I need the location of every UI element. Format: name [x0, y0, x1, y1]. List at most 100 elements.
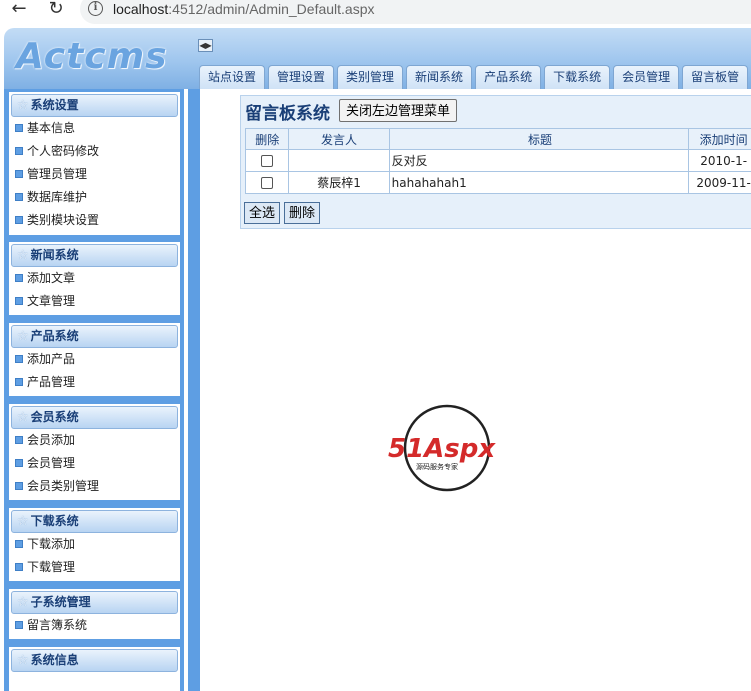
column-header-delete: 删除	[244, 128, 290, 150]
admin-app: Actcms ◀▶ 站点设置 管理设置 类别管理 新闻系统 产品系统 下载系统 …	[4, 28, 751, 691]
main-rail	[197, 89, 200, 691]
sidebar-item-add-product[interactable]: 添加产品	[9, 348, 180, 371]
tab-news-system[interactable]: 新闻系统	[406, 65, 473, 89]
logo: Actcms	[16, 36, 168, 77]
time-cell: 2009-11-	[688, 171, 751, 194]
sidebar-item-admin-management[interactable]: 管理员管理	[9, 163, 180, 186]
sidebar-item-product-management[interactable]: 产品管理	[9, 371, 180, 394]
sidebar-divider	[184, 89, 188, 691]
square-bullet-icon	[15, 378, 23, 386]
page-title: 留言板系统	[245, 104, 330, 124]
row-select-cell	[244, 149, 290, 172]
reload-icon[interactable]: ↻	[45, 0, 67, 20]
header: Actcms ◀▶ 站点设置 管理设置 类别管理 新闻系统 产品系统 下载系统 …	[4, 28, 751, 89]
url-text[interactable]: localhost:4512/admin/Admin_Default.aspx	[113, 1, 375, 17]
square-bullet-icon	[15, 482, 23, 490]
tab-site-settings[interactable]: 站点设置	[199, 65, 266, 89]
tab-category-management[interactable]: 类别管理	[337, 65, 404, 89]
star-icon: ☆	[17, 98, 29, 113]
row-select-cell	[244, 171, 290, 194]
sidebar-item-add-member[interactable]: 会员添加	[9, 429, 180, 452]
sidebar-section-header[interactable]: ☆ 产品系统	[11, 325, 178, 348]
square-bullet-icon	[15, 621, 23, 629]
sidebar-section-products: ☆ 产品系统 添加产品 产品管理	[9, 323, 180, 396]
message-table: 删除 发言人 标题 添加时间 反对反 2010-1- 蔡辰梓1 hahahaha…	[244, 128, 751, 194]
site-info-icon[interactable]: i	[88, 1, 103, 16]
sidebar-section-system-info: ☆ 系统信息	[9, 647, 180, 691]
sidebar-item-basic-info[interactable]: 基本信息	[9, 117, 180, 140]
sidebar-section-news: ☆ 新闻系统 添加文章 文章管理	[9, 242, 180, 315]
table-actions: 全选 删除	[244, 202, 321, 224]
star-icon: ☆	[17, 653, 29, 668]
sidebar-section-header[interactable]: ☆ 下载系统	[11, 510, 178, 533]
sidebar-section-downloads: ☆ 下载系统 下载添加 下载管理	[9, 508, 180, 581]
sidebar-section-header[interactable]: ☆ 系统设置	[11, 94, 178, 117]
top-tabs: 站点设置 管理设置 类别管理 新闻系统 产品系统 下载系统 会员管理 留言板管	[199, 65, 749, 89]
sidebar-item-add-article[interactable]: 添加文章	[9, 267, 180, 290]
sidebar-item-category-module-settings[interactable]: 类别模块设置	[9, 209, 180, 232]
sidebar-section-system-settings: ☆ 系统设置 基本信息 个人密码修改 管理员管理 数据库维护 类别模块设置	[9, 92, 180, 235]
star-icon: ☆	[17, 329, 29, 344]
author-cell	[288, 149, 390, 172]
main-content: 留言板系统 关闭左边管理菜单 删除 发言人 标题 添加时间 反对反 2010-1…	[197, 89, 751, 691]
row-checkbox[interactable]	[261, 155, 274, 167]
delete-button[interactable]: 删除	[284, 202, 321, 224]
square-bullet-icon	[15, 459, 23, 467]
square-bullet-icon	[15, 297, 23, 305]
sidebar-section-subsystems: ☆ 子系统管理 留言簿系统	[9, 589, 180, 639]
sidebar-section-header[interactable]: ☆ 子系统管理	[11, 591, 178, 614]
sidebar-section-header[interactable]: ☆ 会员系统	[11, 406, 178, 429]
watermark-logo: 51Aspx 源码服务专家	[388, 404, 496, 492]
square-bullet-icon	[15, 147, 23, 155]
sidebar-section-members: ☆ 会员系统 会员添加 会员管理 会员类别管理	[9, 404, 180, 500]
time-cell: 2010-1-	[688, 149, 751, 172]
square-bullet-icon	[15, 216, 23, 224]
tab-product-system[interactable]: 产品系统	[475, 65, 542, 89]
back-arrow-icon[interactable]: ←	[8, 0, 30, 20]
watermark-tagline: 源码服务专家	[416, 462, 458, 471]
select-all-button[interactable]: 全选	[244, 202, 281, 224]
square-bullet-icon	[15, 274, 23, 282]
sidebar-item-article-management[interactable]: 文章管理	[9, 290, 180, 313]
column-header-author: 发言人	[288, 128, 390, 150]
sidebar: ☆ 系统设置 基本信息 个人密码修改 管理员管理 数据库维护 类别模块设置 ☆ 新闻…	[4, 89, 197, 691]
sidebar-item-member-category-management[interactable]: 会员类别管理	[9, 475, 180, 498]
guestbook-panel: 留言板系统 关闭左边管理菜单 删除 发言人 标题 添加时间 反对反 2010-1…	[240, 95, 751, 229]
browser-toolbar: ← ↻ i localhost:4512/admin/Admin_Default…	[0, 0, 751, 24]
tab-download-system[interactable]: 下载系统	[544, 65, 611, 89]
row-checkbox[interactable]	[261, 177, 274, 189]
watermark-brand: 51Aspx	[388, 434, 496, 464]
column-header-time: 添加时间	[688, 128, 751, 150]
title-cell[interactable]: hahahahah1	[388, 171, 690, 194]
square-bullet-icon	[15, 193, 23, 201]
column-header-title: 标题	[388, 128, 690, 150]
tab-guestbook[interactable]: 留言板管	[682, 65, 749, 89]
sidebar-item-member-management[interactable]: 会员管理	[9, 452, 180, 475]
sidebar-item-guestbook-system[interactable]: 留言簿系统	[9, 614, 180, 637]
tab-member-management[interactable]: 会员管理	[613, 65, 680, 89]
star-icon: ☆	[17, 248, 29, 263]
star-icon: ☆	[17, 410, 29, 425]
square-bullet-icon	[15, 436, 23, 444]
sidebar-item-add-download[interactable]: 下载添加	[9, 533, 180, 556]
sidebar-section-header[interactable]: ☆ 系统信息	[11, 649, 178, 672]
table-header-row: 删除 发言人 标题 添加时间	[244, 128, 751, 150]
square-bullet-icon	[15, 355, 23, 363]
square-bullet-icon	[15, 124, 23, 132]
square-bullet-icon	[15, 563, 23, 571]
sidebar-item-download-management[interactable]: 下载管理	[9, 556, 180, 579]
star-icon: ☆	[17, 595, 29, 610]
sidebar-section-header[interactable]: ☆ 新闻系统	[11, 244, 178, 267]
close-left-menu-button[interactable]: 关闭左边管理菜单	[339, 99, 458, 122]
sidebar-item-database-maintenance[interactable]: 数据库维护	[9, 186, 180, 209]
square-bullet-icon	[15, 540, 23, 548]
table-row: 蔡辰梓1 hahahahah1 2009-11-	[244, 171, 751, 194]
author-cell: 蔡辰梓1	[288, 171, 390, 194]
square-bullet-icon	[15, 170, 23, 178]
tab-admin-settings[interactable]: 管理设置	[268, 65, 335, 89]
star-icon: ☆	[17, 514, 29, 529]
toggle-menu-icon[interactable]: ◀▶	[198, 39, 213, 52]
title-cell[interactable]: 反对反	[388, 149, 690, 172]
sidebar-item-change-password[interactable]: 个人密码修改	[9, 140, 180, 163]
table-row: 反对反 2010-1-	[244, 149, 751, 172]
